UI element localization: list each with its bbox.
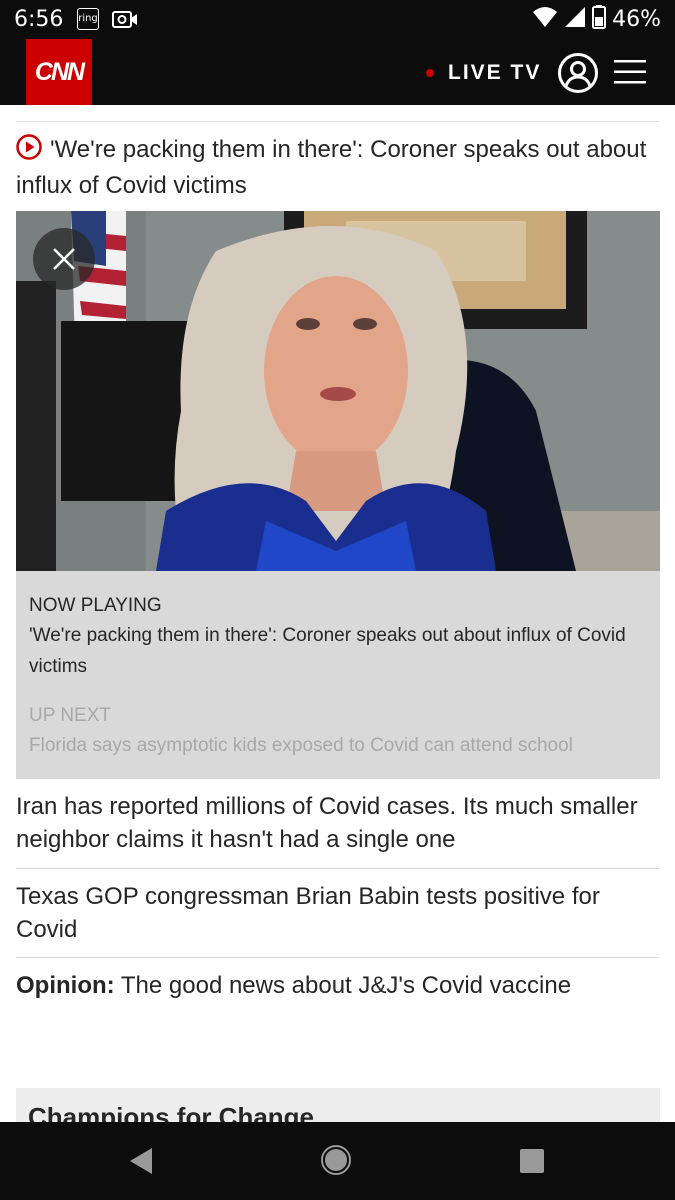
divider bbox=[16, 121, 659, 122]
user-account-icon[interactable] bbox=[557, 52, 599, 99]
ring-notification-icon: ring bbox=[77, 8, 99, 30]
wifi-icon bbox=[532, 6, 558, 33]
cnn-logo[interactable]: CNN bbox=[26, 39, 92, 105]
playlist-panel: NOW PLAYING 'We're packing them in there… bbox=[16, 571, 660, 779]
up-next-label: UP NEXT bbox=[29, 705, 112, 726]
headline-item-iran[interactable]: Iran has reported millions of Covid case… bbox=[16, 790, 659, 856]
up-next-title[interactable]: Florida says asymptotic kids exposed to … bbox=[29, 730, 639, 761]
video-headline-text: 'We're packing them in there': Coroner s… bbox=[16, 136, 647, 199]
headline-item-texas[interactable]: Texas GOP congressman Brian Babin tests … bbox=[16, 880, 659, 946]
hamburger-menu-icon[interactable] bbox=[614, 59, 646, 90]
site-header: CNN LIVE TV bbox=[0, 39, 675, 105]
now-playing-title[interactable]: 'We're packing them in there': Coroner s… bbox=[29, 620, 639, 682]
home-icon[interactable] bbox=[320, 1144, 352, 1181]
divider bbox=[16, 868, 659, 869]
video-headline-link[interactable]: 'We're packing them in there': Coroner s… bbox=[16, 133, 659, 202]
opinion-label: Opinion: bbox=[16, 972, 115, 999]
battery-icon bbox=[592, 5, 607, 34]
now-playing-label: NOW PLAYING bbox=[29, 595, 162, 616]
battery-percent: 46% bbox=[612, 7, 661, 32]
recent-apps-icon[interactable] bbox=[519, 1148, 545, 1179]
back-icon[interactable] bbox=[128, 1147, 154, 1180]
play-circle-icon bbox=[16, 134, 42, 169]
video-frame-image bbox=[16, 211, 660, 571]
video-player[interactable] bbox=[16, 211, 660, 571]
divider bbox=[16, 957, 659, 958]
live-tv-link[interactable]: LIVE TV bbox=[448, 61, 541, 85]
status-time: 6:56 bbox=[14, 7, 64, 32]
headline-item-opinion[interactable]: Opinion: The good news about J&J's Covid… bbox=[16, 969, 659, 1002]
cell-signal-icon bbox=[564, 6, 586, 33]
cnn-logo-text: CNN bbox=[34, 57, 85, 86]
close-video-button[interactable] bbox=[33, 228, 95, 290]
status-right-group: 46% bbox=[532, 5, 661, 34]
system-nav-bar bbox=[0, 1122, 675, 1200]
status-bar: 6:56 ring 46% bbox=[0, 0, 675, 39]
screen-record-icon bbox=[112, 9, 138, 36]
close-icon bbox=[53, 248, 75, 270]
opinion-text: The good news about J&J's Covid vaccine bbox=[114, 972, 572, 999]
live-indicator-dot bbox=[426, 69, 434, 77]
